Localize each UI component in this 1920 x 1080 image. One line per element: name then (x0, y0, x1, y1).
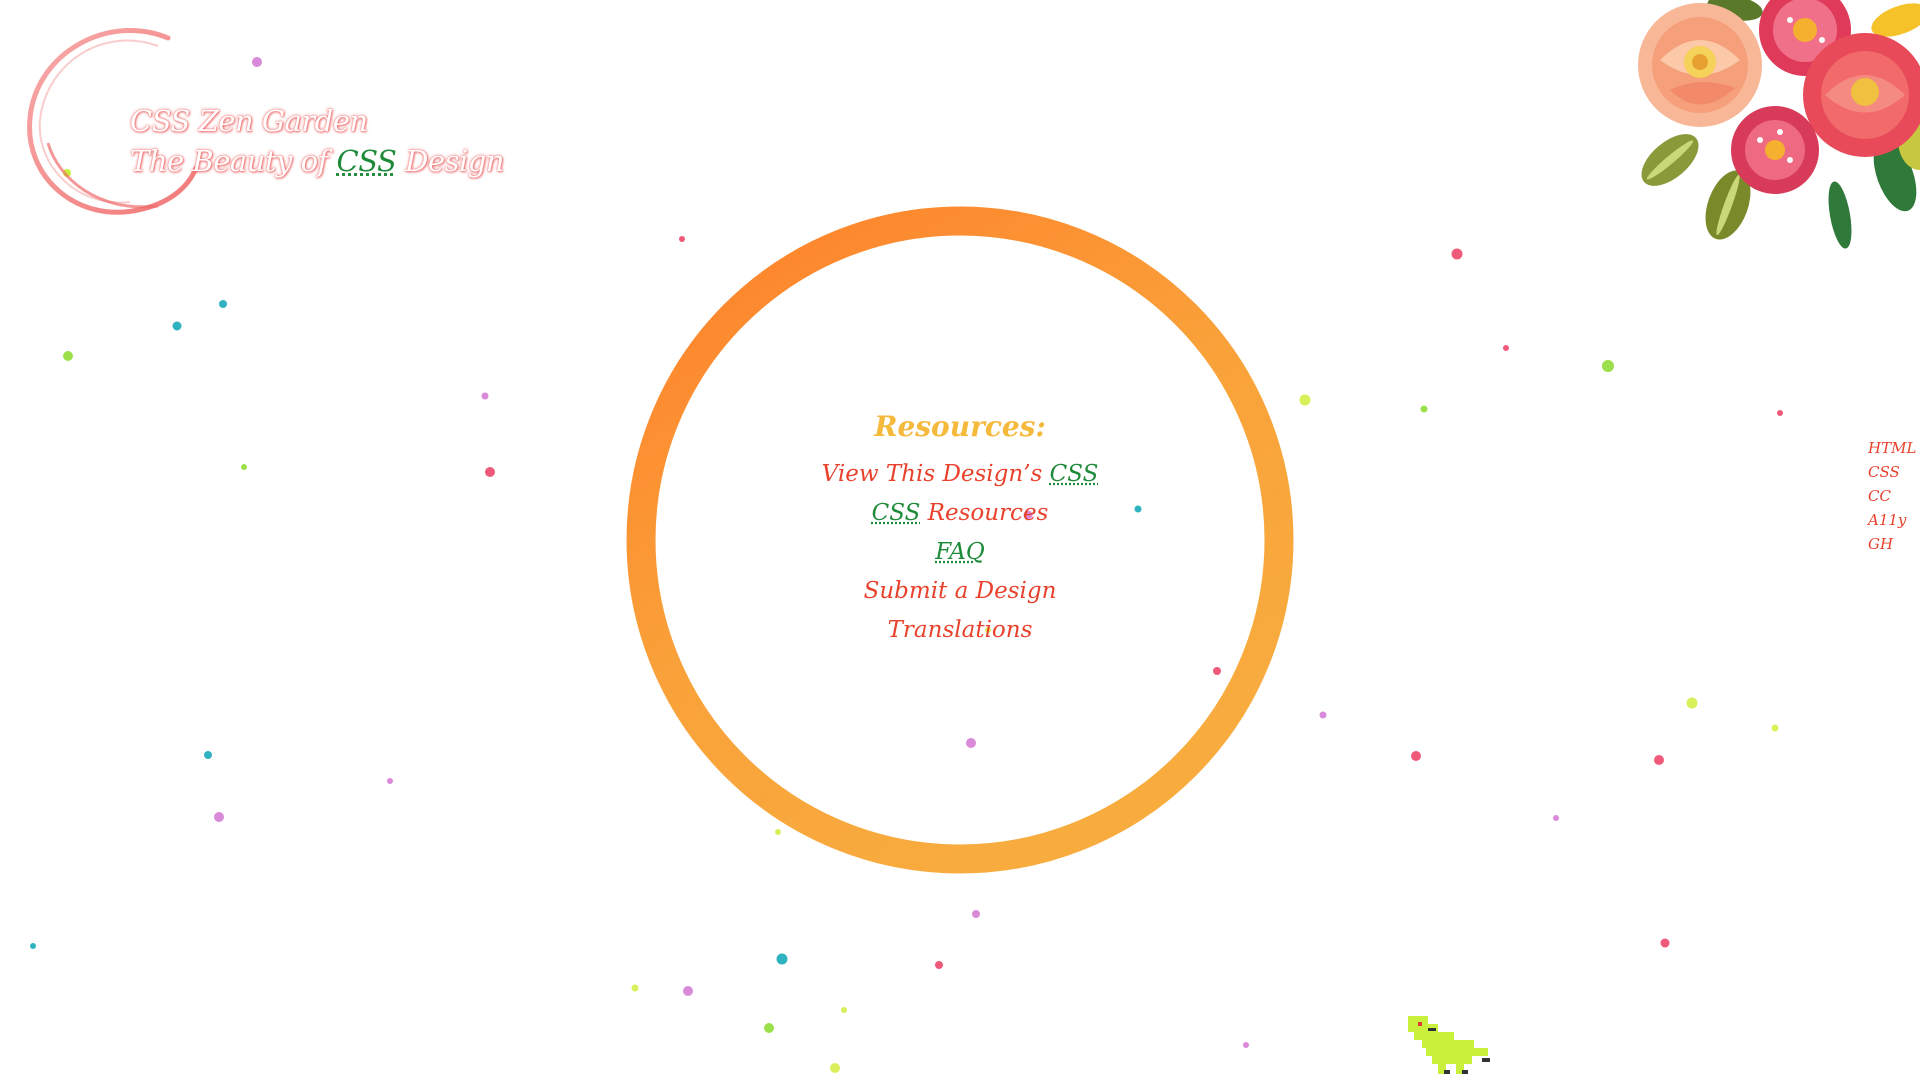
side-link-item: A11y (1868, 508, 1916, 532)
resources-list: View This Design’s CSS CSS Resources FAQ… (760, 455, 1160, 650)
tagline-suffix: Design (396, 144, 504, 178)
faq-link[interactable]: FAQ (935, 539, 984, 565)
accessibility-link[interactable]: A11y (1868, 511, 1906, 529)
github-link[interactable]: GH (1868, 535, 1893, 553)
license-link[interactable]: CC (1868, 487, 1891, 505)
page: CSS Zen Garden The Beauty of CSS Design (0, 0, 1920, 1080)
list-item: View This Design’s CSS (760, 455, 1160, 494)
html-validation-link[interactable]: HTML (1868, 439, 1916, 457)
site-title: CSS Zen Garden (130, 104, 368, 138)
submit-design-link[interactable]: Submit a Design (864, 578, 1057, 604)
css-validation-link[interactable]: CSS (1868, 463, 1900, 481)
side-link-item: CC (1868, 484, 1916, 508)
link-text: View This Design’s (821, 461, 1050, 487)
resources-panel: Resources: View This Design’s CSS CSS Re… (760, 410, 1160, 650)
list-item: FAQ (760, 533, 1160, 572)
side-link-item: HTML (1868, 436, 1916, 460)
resources-heading: Resources: (874, 410, 1046, 443)
css-resources-link[interactable]: CSS Resources (872, 500, 1049, 526)
translations-link[interactable]: Translations (888, 617, 1033, 643)
site-tagline: The Beauty of CSS Design (130, 144, 504, 178)
list-item: CSS Resources (760, 494, 1160, 533)
list-item: Translations (760, 611, 1160, 650)
tagline-prefix: The Beauty of (130, 144, 337, 178)
flower-bouquet-icon (1638, 0, 1920, 249)
view-css-link[interactable]: View This Design’s CSS (822, 461, 1099, 487)
tagline-css-abbr: CSS (336, 144, 397, 178)
side-links: HTML CSS CC A11y GH (1868, 436, 1916, 556)
side-link-item: CSS (1868, 460, 1916, 484)
site-logo: CSS Zen Garden The Beauty of CSS Design (18, 18, 504, 238)
side-link-item: GH (1868, 532, 1916, 556)
list-item: Submit a Design (760, 572, 1160, 611)
pixel-dino-icon (1408, 1016, 1490, 1074)
css-abbr: CSS (871, 500, 921, 526)
link-text: Resources (920, 500, 1049, 526)
css-abbr: CSS (1049, 461, 1099, 487)
